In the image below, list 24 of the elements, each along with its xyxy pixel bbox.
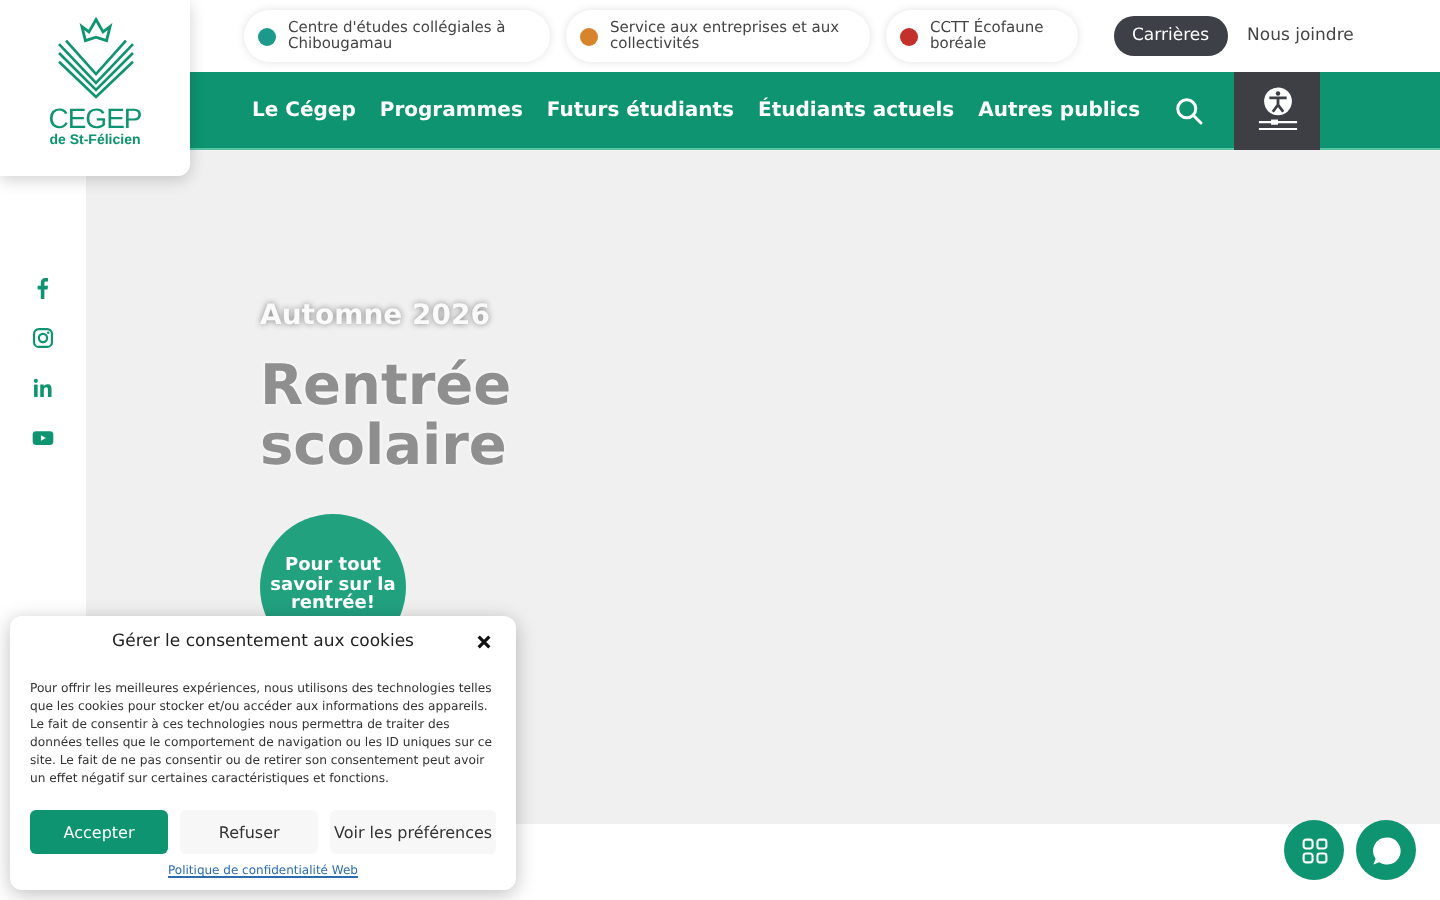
- nav-item[interactable]: Futurs étudiants: [546, 99, 734, 121]
- chat-bubble-icon: [1369, 833, 1403, 867]
- youtube-icon[interactable]: [32, 426, 54, 450]
- grid-icon: [1301, 837, 1327, 863]
- linkedin-icon[interactable]: [32, 376, 54, 400]
- close-icon[interactable]: [476, 634, 492, 650]
- search-icon[interactable]: [1174, 95, 1204, 125]
- consent-button[interactable]: Accepter: [30, 810, 169, 854]
- hero-title: Rentrée scolaire: [260, 356, 514, 476]
- consent-button[interactable]: Refuser: [180, 810, 319, 854]
- hero-subtitle: Automne 2026: [260, 300, 491, 332]
- accessibility-button[interactable]: [1234, 71, 1320, 149]
- logo-text: CEGEP: [48, 104, 142, 132]
- nav-item[interactable]: Programmes: [379, 99, 523, 121]
- chat-button[interactable]: [1356, 820, 1416, 880]
- nav-item[interactable]: Étudiants actuels: [758, 99, 955, 121]
- consent-button[interactable]: Voir les préférences: [330, 810, 496, 854]
- apps-button[interactable]: [1284, 820, 1344, 880]
- careers-button[interactable]: Carrières: [1114, 16, 1228, 56]
- contact-link[interactable]: Nous joindre: [1247, 26, 1354, 46]
- facebook-icon[interactable]: [32, 276, 54, 300]
- nav-item[interactable]: Autres publics: [978, 99, 1141, 121]
- instagram-icon[interactable]: [32, 326, 54, 350]
- nav-item[interactable]: Le Cégep: [252, 99, 356, 121]
